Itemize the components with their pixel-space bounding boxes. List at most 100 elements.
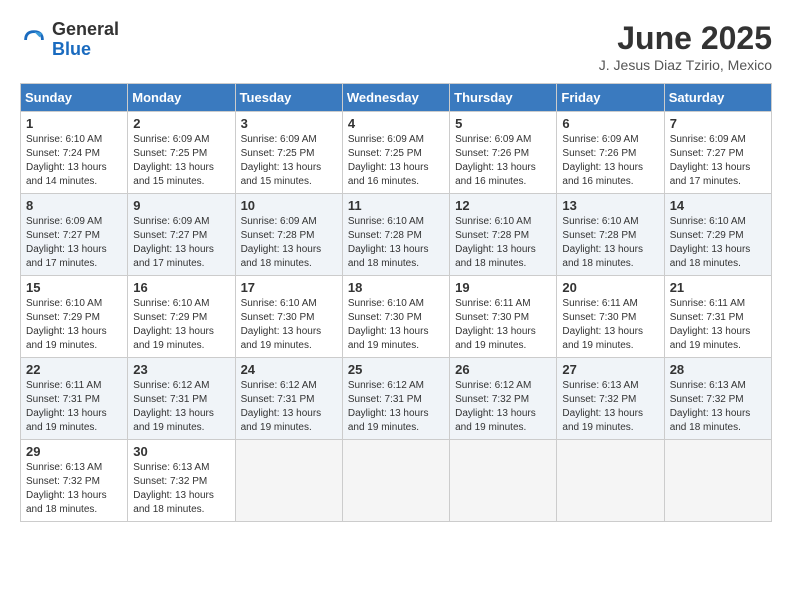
daylight-label: Daylight: 13 hours and 18 minutes. <box>241 244 322 269</box>
header-sunday: Sunday <box>21 84 128 112</box>
table-row: 26 Sunrise: 6:12 AM Sunset: 7:32 PM Dayl… <box>450 358 557 440</box>
cell-content: Sunrise: 6:12 AM Sunset: 7:31 PM Dayligh… <box>241 379 337 435</box>
sunrise-label: Sunrise: 6:12 AM <box>133 380 209 391</box>
day-number: 19 <box>455 280 551 295</box>
sunrise-label: Sunrise: 6:13 AM <box>133 462 209 473</box>
sunset-label: Sunset: 7:31 PM <box>670 312 744 323</box>
sunset-label: Sunset: 7:31 PM <box>241 394 315 405</box>
daylight-label: Daylight: 13 hours and 19 minutes. <box>133 326 214 351</box>
table-row <box>664 440 771 522</box>
sunset-label: Sunset: 7:25 PM <box>241 148 315 159</box>
table-row: 9 Sunrise: 6:09 AM Sunset: 7:27 PM Dayli… <box>128 194 235 276</box>
sunset-label: Sunset: 7:31 PM <box>26 394 100 405</box>
daylight-label: Daylight: 13 hours and 19 minutes. <box>455 408 536 433</box>
cell-content: Sunrise: 6:09 AM Sunset: 7:25 PM Dayligh… <box>241 133 337 189</box>
daylight-label: Daylight: 13 hours and 16 minutes. <box>348 162 429 187</box>
table-row: 20 Sunrise: 6:11 AM Sunset: 7:30 PM Dayl… <box>557 276 664 358</box>
daylight-label: Daylight: 13 hours and 16 minutes. <box>455 162 536 187</box>
day-number: 15 <box>26 280 122 295</box>
day-number: 6 <box>562 116 658 131</box>
sunset-label: Sunset: 7:28 PM <box>241 230 315 241</box>
day-number: 13 <box>562 198 658 213</box>
sunrise-label: Sunrise: 6:12 AM <box>455 380 531 391</box>
table-row: 19 Sunrise: 6:11 AM Sunset: 7:30 PM Dayl… <box>450 276 557 358</box>
sunset-label: Sunset: 7:30 PM <box>241 312 315 323</box>
sunrise-label: Sunrise: 6:10 AM <box>670 216 746 227</box>
sunset-label: Sunset: 7:28 PM <box>455 230 529 241</box>
day-number: 24 <box>241 362 337 377</box>
sunset-label: Sunset: 7:30 PM <box>348 312 422 323</box>
daylight-label: Daylight: 13 hours and 19 minutes. <box>133 408 214 433</box>
header-wednesday: Wednesday <box>342 84 449 112</box>
day-number: 27 <box>562 362 658 377</box>
cell-content: Sunrise: 6:10 AM Sunset: 7:28 PM Dayligh… <box>348 215 444 271</box>
cell-content: Sunrise: 6:11 AM Sunset: 7:30 PM Dayligh… <box>562 297 658 353</box>
day-number: 21 <box>670 280 766 295</box>
daylight-label: Daylight: 13 hours and 16 minutes. <box>562 162 643 187</box>
sunrise-label: Sunrise: 6:10 AM <box>348 298 424 309</box>
table-row <box>450 440 557 522</box>
sunset-label: Sunset: 7:24 PM <box>26 148 100 159</box>
sunrise-label: Sunrise: 6:09 AM <box>455 134 531 145</box>
sunset-label: Sunset: 7:26 PM <box>455 148 529 159</box>
daylight-label: Daylight: 13 hours and 19 minutes. <box>26 408 107 433</box>
day-number: 5 <box>455 116 551 131</box>
cell-content: Sunrise: 6:09 AM Sunset: 7:25 PM Dayligh… <box>133 133 229 189</box>
header-friday: Friday <box>557 84 664 112</box>
sunrise-label: Sunrise: 6:09 AM <box>670 134 746 145</box>
table-row: 22 Sunrise: 6:11 AM Sunset: 7:31 PM Dayl… <box>21 358 128 440</box>
sunrise-label: Sunrise: 6:09 AM <box>241 216 317 227</box>
day-number: 26 <box>455 362 551 377</box>
table-row: 17 Sunrise: 6:10 AM Sunset: 7:30 PM Dayl… <box>235 276 342 358</box>
daylight-label: Daylight: 13 hours and 15 minutes. <box>241 162 322 187</box>
logo-icon <box>20 26 48 54</box>
cell-content: Sunrise: 6:09 AM Sunset: 7:26 PM Dayligh… <box>562 133 658 189</box>
daylight-label: Daylight: 13 hours and 18 minutes. <box>670 244 751 269</box>
cell-content: Sunrise: 6:13 AM Sunset: 7:32 PM Dayligh… <box>670 379 766 435</box>
sunrise-label: Sunrise: 6:09 AM <box>348 134 424 145</box>
day-number: 11 <box>348 198 444 213</box>
calendar-week-row: 22 Sunrise: 6:11 AM Sunset: 7:31 PM Dayl… <box>21 358 772 440</box>
cell-content: Sunrise: 6:10 AM Sunset: 7:28 PM Dayligh… <box>562 215 658 271</box>
sunrise-label: Sunrise: 6:13 AM <box>670 380 746 391</box>
sunset-label: Sunset: 7:32 PM <box>670 394 744 405</box>
daylight-label: Daylight: 13 hours and 18 minutes. <box>455 244 536 269</box>
sunrise-label: Sunrise: 6:10 AM <box>348 216 424 227</box>
sunrise-label: Sunrise: 6:11 AM <box>26 380 101 391</box>
table-row: 6 Sunrise: 6:09 AM Sunset: 7:26 PM Dayli… <box>557 112 664 194</box>
table-row: 30 Sunrise: 6:13 AM Sunset: 7:32 PM Dayl… <box>128 440 235 522</box>
sunset-label: Sunset: 7:32 PM <box>26 476 100 487</box>
header-monday: Monday <box>128 84 235 112</box>
daylight-label: Daylight: 13 hours and 18 minutes. <box>348 244 429 269</box>
daylight-label: Daylight: 13 hours and 19 minutes. <box>348 408 429 433</box>
cell-content: Sunrise: 6:09 AM Sunset: 7:27 PM Dayligh… <box>133 215 229 271</box>
daylight-label: Daylight: 13 hours and 14 minutes. <box>26 162 107 187</box>
sunset-label: Sunset: 7:32 PM <box>562 394 636 405</box>
daylight-label: Daylight: 13 hours and 19 minutes. <box>562 408 643 433</box>
month-title: June 2025 <box>599 20 772 57</box>
sunrise-label: Sunrise: 6:10 AM <box>241 298 317 309</box>
day-number: 25 <box>348 362 444 377</box>
daylight-label: Daylight: 13 hours and 19 minutes. <box>241 326 322 351</box>
table-row: 3 Sunrise: 6:09 AM Sunset: 7:25 PM Dayli… <box>235 112 342 194</box>
cell-content: Sunrise: 6:12 AM Sunset: 7:31 PM Dayligh… <box>348 379 444 435</box>
table-row: 8 Sunrise: 6:09 AM Sunset: 7:27 PM Dayli… <box>21 194 128 276</box>
sunset-label: Sunset: 7:30 PM <box>455 312 529 323</box>
daylight-label: Daylight: 13 hours and 17 minutes. <box>670 162 751 187</box>
table-row: 24 Sunrise: 6:12 AM Sunset: 7:31 PM Dayl… <box>235 358 342 440</box>
day-number: 17 <box>241 280 337 295</box>
sunrise-label: Sunrise: 6:12 AM <box>348 380 424 391</box>
day-number: 4 <box>348 116 444 131</box>
table-row: 7 Sunrise: 6:09 AM Sunset: 7:27 PM Dayli… <box>664 112 771 194</box>
cell-content: Sunrise: 6:11 AM Sunset: 7:31 PM Dayligh… <box>670 297 766 353</box>
cell-content: Sunrise: 6:10 AM Sunset: 7:30 PM Dayligh… <box>348 297 444 353</box>
sunrise-label: Sunrise: 6:13 AM <box>26 462 102 473</box>
cell-content: Sunrise: 6:13 AM Sunset: 7:32 PM Dayligh… <box>26 461 122 517</box>
table-row: 27 Sunrise: 6:13 AM Sunset: 7:32 PM Dayl… <box>557 358 664 440</box>
sunset-label: Sunset: 7:29 PM <box>670 230 744 241</box>
sunset-label: Sunset: 7:27 PM <box>26 230 100 241</box>
day-number: 2 <box>133 116 229 131</box>
table-row: 12 Sunrise: 6:10 AM Sunset: 7:28 PM Dayl… <box>450 194 557 276</box>
table-row: 5 Sunrise: 6:09 AM Sunset: 7:26 PM Dayli… <box>450 112 557 194</box>
sunrise-label: Sunrise: 6:11 AM <box>562 298 637 309</box>
